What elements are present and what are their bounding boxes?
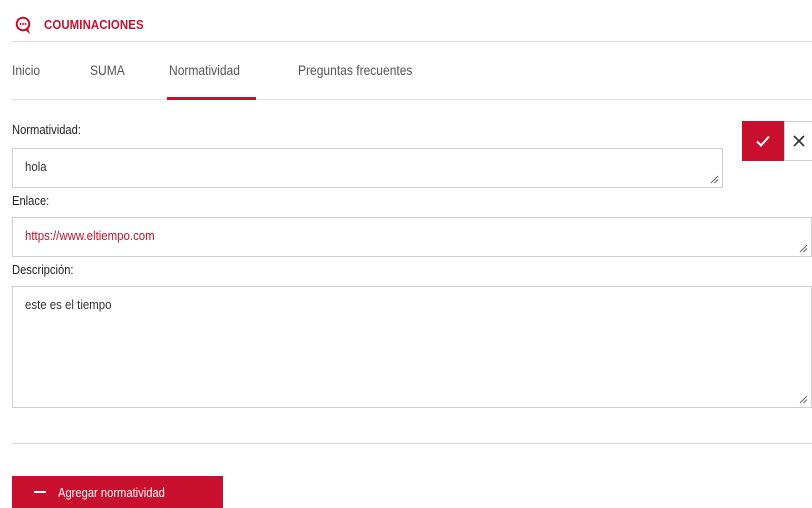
tab-suma[interactable]: SUMA [90, 62, 125, 78]
add-normatividad-button[interactable]: Agregar normatividad [12, 476, 223, 508]
enlace-value: https://www.eltiempo.com [25, 228, 155, 243]
resize-handle-icon[interactable] [710, 175, 719, 184]
minus-icon [34, 491, 46, 493]
resize-handle-icon[interactable] [799, 244, 808, 253]
section-title: COUMINACIONES [44, 17, 144, 32]
normatividad-label: Normatividad: [12, 122, 81, 137]
add-normatividad-label: Agregar normatividad [58, 484, 165, 500]
divider [12, 443, 812, 444]
tab-preguntas-frecuentes[interactable]: Preguntas frecuentes [298, 62, 412, 78]
descripcion-textarea[interactable]: este es el tiempo [12, 286, 812, 408]
enlace-label: Enlace: [12, 193, 50, 208]
section-header: COUMINACIONES [12, 8, 812, 42]
close-icon [792, 135, 805, 147]
enlace-textarea[interactable]: https://www.eltiempo.com [12, 217, 812, 257]
cancel-button[interactable] [784, 121, 812, 161]
descripcion-label: Descripción: [12, 262, 74, 277]
normatividad-value: hola [25, 159, 47, 174]
tab-bar: Inicio SUMA Normatividad Preguntas frecu… [12, 42, 812, 100]
confirm-button[interactable] [742, 121, 784, 161]
page: COUMINACIONES Inicio SUMA Normatividad P… [0, 0, 812, 508]
descripcion-value: este es el tiempo [25, 297, 112, 312]
tab-normatividad[interactable]: Normatividad [169, 62, 240, 78]
normatividad-textarea[interactable]: hola [12, 148, 723, 188]
tab-inicio[interactable]: Inicio [12, 62, 40, 78]
resize-handle-icon[interactable] [799, 395, 808, 404]
chat-bubble-icon [15, 16, 31, 34]
active-tab-indicator [167, 97, 256, 100]
check-icon [756, 135, 770, 147]
